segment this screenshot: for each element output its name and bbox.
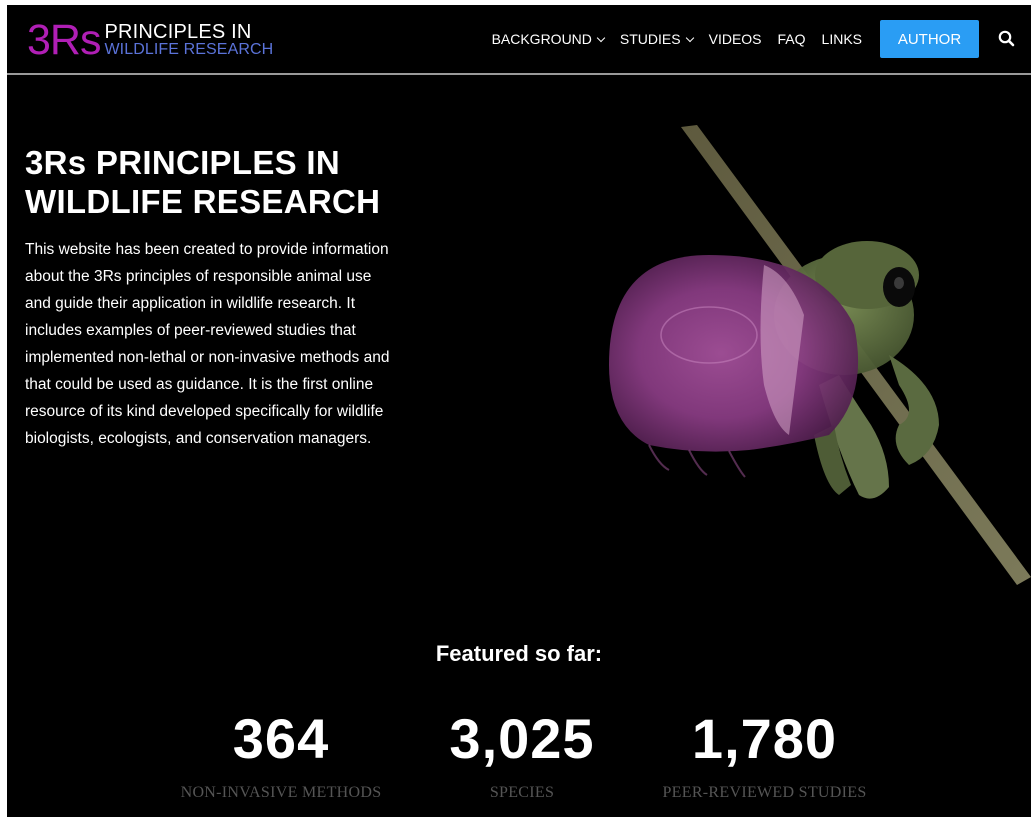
search-icon[interactable] xyxy=(997,29,1017,49)
page: 3Rs PRINCIPLES IN WILDLIFE RESEARCH BACK… xyxy=(7,5,1031,817)
logo-text: PRINCIPLES IN WILDLIFE RESEARCH xyxy=(104,22,273,58)
featured-title: Featured so far: xyxy=(435,641,603,666)
stat-species: 3,025 SPECIES xyxy=(427,705,617,803)
site-logo[interactable]: 3Rs PRINCIPLES IN WILDLIFE RESEARCH xyxy=(27,15,273,65)
nav-item-background[interactable]: BACKGROUND xyxy=(491,31,606,47)
stat-value: 3,025 xyxy=(449,707,595,770)
stat-methods: 364 NON-INVASIVE METHODS xyxy=(170,705,392,803)
nav-item-label: FAQ xyxy=(777,31,806,47)
hero-title: 3Rs PRINCIPLES IN WILDLIFE RESEARCH xyxy=(25,144,381,220)
stat-label: SPECIES xyxy=(489,784,555,801)
logo-line-2: WILDLIFE RESEARCH xyxy=(104,41,274,58)
author-button[interactable]: AUTHOR xyxy=(880,20,979,58)
nav-item-label: BACKGROUND xyxy=(491,31,592,47)
nav-item-studies[interactable]: STUDIES xyxy=(619,31,694,47)
site-header: 3Rs PRINCIPLES IN WILDLIFE RESEARCH BACK… xyxy=(7,5,1031,75)
stat-label: NON-INVASIVE METHODS xyxy=(180,784,382,801)
nav-item-label: VIDEOS xyxy=(708,31,762,47)
chevron-down-icon xyxy=(685,33,694,42)
nav-item-videos[interactable]: VIDEOS xyxy=(709,31,762,47)
stat-value: 364 xyxy=(232,707,330,770)
nav-item-faq[interactable]: FAQ xyxy=(778,31,806,47)
logo-mark: 3Rs xyxy=(27,15,101,64)
stat-studies: 1,780 PEER-REVIEWED STUDIES xyxy=(647,705,882,803)
chevron-down-icon xyxy=(596,33,606,42)
frog-and-jellyfish-illustration xyxy=(609,125,1031,585)
stat-value: 1,780 xyxy=(691,707,838,770)
nav-item-links[interactable]: LINKS xyxy=(822,31,862,47)
logo-line-1: PRINCIPLES IN xyxy=(104,21,252,43)
hero-description: This website has been created to provide… xyxy=(25,241,390,447)
nav-item-label: STUDIES xyxy=(619,31,681,47)
stat-label: PEER-REVIEWED STUDIES xyxy=(662,784,867,801)
main-nav: BACKGROUND STUDIES VIDEOS FAQ LINKS AUTH… xyxy=(492,5,1031,73)
nav-item-label: LINKS xyxy=(821,31,862,47)
